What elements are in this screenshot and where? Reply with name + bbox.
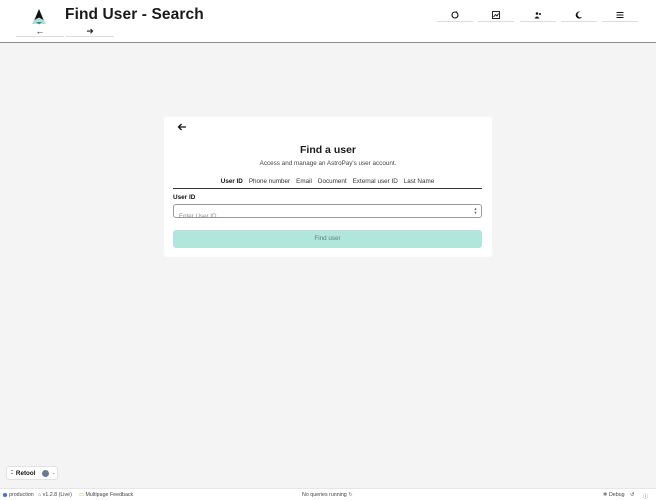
astropay-logo-icon — [32, 9, 46, 25]
forward-button[interactable]: ➜ — [66, 27, 114, 37]
debug-label: Debug — [608, 492, 625, 498]
hamburger-menu-icon — [616, 11, 624, 18]
users-icon — [534, 11, 541, 18]
user-id-input[interactable] — [174, 210, 464, 223]
number-stepper-icon[interactable]: ▲ ▼ — [473, 207, 478, 215]
moon-icon — [575, 11, 583, 19]
feedback-link[interactable]: ▭ Multipage Feedback — [79, 492, 133, 498]
image-icon — [492, 10, 500, 19]
chevron-down-icon: ⌄ — [51, 470, 56, 476]
help-icon[interactable]: ⓘ — [643, 492, 648, 500]
find-user-button[interactable]: Find user — [173, 230, 482, 248]
dark-mode-button[interactable] — [561, 8, 597, 22]
menu-button[interactable] — [602, 8, 638, 22]
debug-button[interactable]: ✱ Debug — [603, 492, 625, 498]
card-title: Find a user — [299, 144, 356, 156]
tab-phone-number[interactable]: Phone number — [249, 178, 290, 188]
queries-label: No queries running — [302, 492, 347, 498]
tag-icon: ⌂ — [38, 492, 42, 498]
app-header: Find User - Search ← ➜ — [0, 0, 656, 43]
avatar[interactable] — [41, 469, 49, 477]
card-subtitle: Access and manage an AstroPay's user acc… — [259, 160, 397, 167]
feedback-label: Multipage Feedback — [85, 492, 134, 498]
tab-external-user-id[interactable]: External user ID — [353, 178, 398, 188]
environment-status[interactable]: production — [3, 492, 34, 498]
page-title: Find User - Search — [65, 6, 204, 23]
user-id-field[interactable]: ▲▼ — [173, 204, 482, 223]
history-icon[interactable]: ↺ — [630, 492, 634, 498]
bug-icon: ✱ — [603, 492, 608, 498]
arrow-left-icon[interactable] — [177, 122, 187, 132]
tab-email[interactable]: Email — [296, 178, 312, 188]
refresh-button[interactable] — [437, 8, 473, 22]
retool-logo-icon: ⁚ — [11, 470, 13, 476]
retool-label: Retool — [15, 469, 36, 477]
image-button[interactable] — [478, 8, 514, 22]
version-tag[interactable]: ⌂ v1.2.8 (Live) — [38, 492, 72, 498]
tab-last-name[interactable]: Last Name — [404, 178, 434, 188]
user-id-label: User ID — [173, 194, 196, 201]
tab-document[interactable]: Document — [318, 178, 347, 188]
status-bar: production ⌂ v1.2.8 (Live) ▭ Multipage F… — [0, 488, 656, 500]
search-type-tabs: User ID Phone number Email Document Exte… — [173, 178, 482, 189]
refresh-icon — [451, 10, 459, 19]
retool-badge[interactable]: ⁚ Retool ⌄ — [6, 466, 58, 480]
back-button[interactable]: ← — [16, 27, 64, 37]
version-label: v1.2.8 (Live) — [42, 492, 72, 498]
chat-icon: ▭ — [79, 492, 85, 498]
user-switch-button[interactable] — [520, 8, 556, 22]
find-user-card: Find a user Access and manage an AstroPa… — [164, 117, 492, 257]
tab-user-id[interactable]: User ID — [221, 178, 243, 188]
queries-status: No queries running ↻ — [302, 492, 353, 498]
refresh-icon: ↻ — [348, 492, 353, 498]
